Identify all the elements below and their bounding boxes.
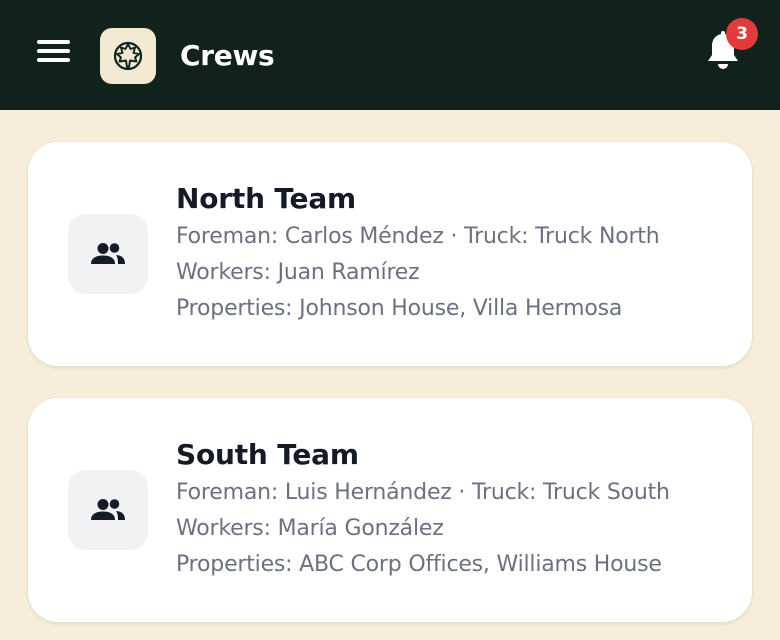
menu-icon-line bbox=[37, 49, 70, 53]
crew-card-south-team[interactable]: South Team Foreman: Luis Hernández · Tru… bbox=[28, 398, 752, 622]
group-icon bbox=[91, 499, 125, 520]
app-logo bbox=[100, 28, 156, 84]
crew-name: North Team bbox=[176, 182, 356, 215]
crew-card-north-team[interactable]: North Team Foreman: Carlos Méndez · Truc… bbox=[28, 142, 752, 366]
menu-icon-line bbox=[37, 58, 70, 62]
notification-badge: 3 bbox=[726, 18, 758, 50]
crew-properties: Properties: Johnson House, Villa Hermosa bbox=[176, 296, 623, 321]
crew-foreman-truck: Foreman: Carlos Méndez · Truck: Truck No… bbox=[176, 224, 660, 249]
page-title: Crews bbox=[180, 39, 275, 72]
menu-button[interactable] bbox=[34, 38, 74, 68]
group-icon bbox=[91, 243, 125, 264]
crew-workers: Workers: María González bbox=[176, 516, 444, 541]
crew-name: South Team bbox=[176, 438, 359, 471]
maple-leaf-logo-icon bbox=[113, 41, 143, 71]
menu-icon-line bbox=[37, 40, 70, 44]
crew-properties: Properties: ABC Corp Offices, Williams H… bbox=[176, 552, 662, 577]
crew-avatar bbox=[68, 214, 148, 294]
crew-foreman-truck: Foreman: Luis Hernández · Truck: Truck S… bbox=[176, 480, 670, 505]
crew-workers: Workers: Juan Ramírez bbox=[176, 260, 420, 285]
top-app-bar: Crews 3 bbox=[0, 0, 780, 110]
crew-avatar bbox=[68, 470, 148, 550]
